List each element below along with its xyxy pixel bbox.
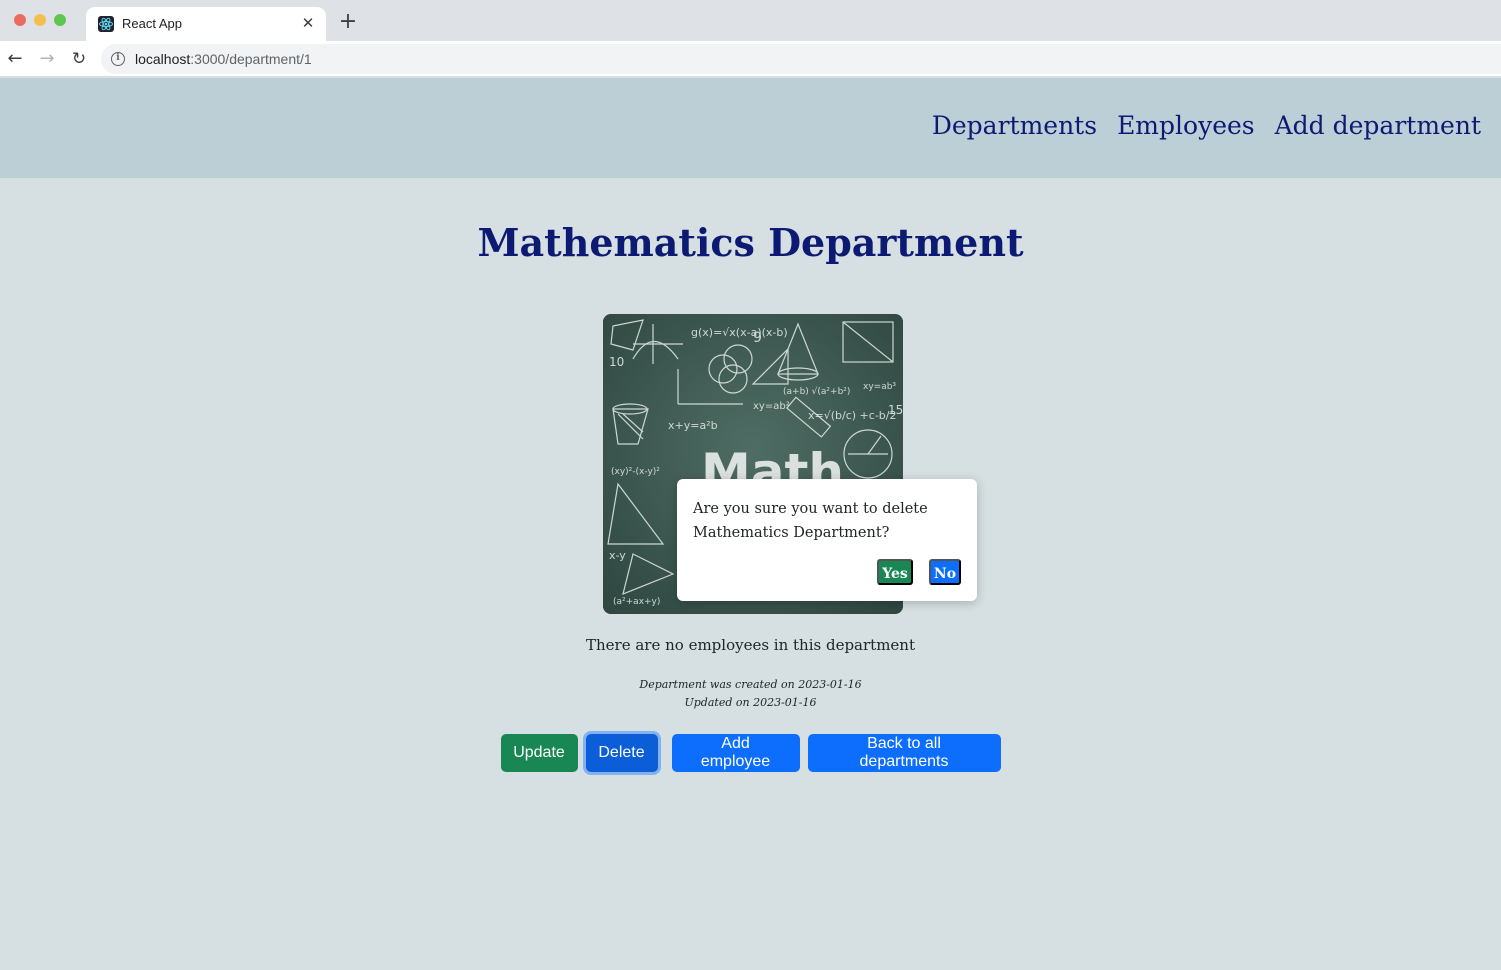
url-path: :3000/department/1 xyxy=(190,51,312,67)
nav-link-employees[interactable]: Employees xyxy=(1117,111,1255,140)
url-text: localhost:3000/department/1 xyxy=(135,51,312,67)
close-icon[interactable]: ✕ xyxy=(298,13,318,33)
svg-text:x-y: x-y xyxy=(609,549,626,562)
reload-icon[interactable]: ↻ xyxy=(67,47,91,71)
svg-text:(xy)²-(x-y)²: (xy)²-(x-y)² xyxy=(611,467,660,477)
department-meta: Department was created on 2023-01-16 Upd… xyxy=(0,676,1501,712)
svg-text:xy=ab³: xy=ab³ xyxy=(863,382,896,392)
action-bar: Update Delete Add employee Back to all d… xyxy=(0,734,1501,772)
confirm-no-button[interactable]: No xyxy=(929,559,961,585)
browser-tab-bar: React App ✕ + xyxy=(0,0,1501,41)
nav-link-add-department[interactable]: Add department xyxy=(1275,111,1481,140)
delete-confirm-popover: Are you sure you want to delete Mathemat… xyxy=(677,479,977,601)
update-button[interactable]: Update xyxy=(500,734,578,772)
window-close-control[interactable] xyxy=(14,14,26,26)
svg-text:g(x)=√x(x-a)(x-b): g(x)=√x(x-a)(x-b) xyxy=(691,326,788,339)
window-zoom-control[interactable] xyxy=(54,14,66,26)
arrow-left-icon[interactable]: ← xyxy=(3,47,27,71)
main-nav: Departments Employees Add department xyxy=(932,111,1481,140)
confirm-yes-button[interactable]: Yes xyxy=(877,559,913,585)
nav-link-departments[interactable]: Departments xyxy=(932,111,1097,140)
window-minimize-control[interactable] xyxy=(34,14,46,26)
svg-text:(a²+ax+y): (a²+ax+y) xyxy=(613,597,660,607)
svg-text:15: 15 xyxy=(888,403,903,417)
app-header: Departments Employees Add department xyxy=(0,78,1501,178)
delete-button[interactable]: Delete xyxy=(585,734,658,772)
updated-date-text: Updated on 2023-01-16 xyxy=(684,696,817,709)
add-employee-button[interactable]: Add employee xyxy=(671,734,800,772)
browser-toolbar: ← → ↻ i localhost:3000/department/1 xyxy=(0,41,1501,77)
info-icon[interactable]: i xyxy=(111,52,125,66)
plus-icon[interactable]: + xyxy=(336,10,360,34)
employees-status-text: There are no employees in this departmen… xyxy=(586,636,915,654)
back-to-departments-button[interactable]: Back to all departments xyxy=(807,734,1001,772)
page-title: Mathematics Department xyxy=(477,220,1024,265)
tab-title: React App xyxy=(122,16,182,31)
address-bar[interactable]: i localhost:3000/department/1 xyxy=(101,44,1501,74)
browser-tab[interactable]: React App ✕ xyxy=(86,7,326,41)
svg-text:10: 10 xyxy=(609,355,624,369)
svg-text:x=√(b/c) +c-b/2: x=√(b/c) +c-b/2 xyxy=(808,409,896,422)
react-logo-icon xyxy=(98,16,114,32)
created-date-text: Department was created on 2023-01-16 xyxy=(639,678,862,691)
svg-text:(a+b) √(a²+b²): (a+b) √(a²+b²) xyxy=(783,386,850,397)
svg-text:x+y=a²b: x+y=a²b xyxy=(668,419,718,432)
arrow-right-icon[interactable]: → xyxy=(35,47,59,71)
url-host: localhost xyxy=(135,51,191,67)
svg-text:xy=ab²: xy=ab² xyxy=(753,401,790,412)
svg-text:9: 9 xyxy=(753,330,762,346)
confirm-message: Are you sure you want to delete Mathemat… xyxy=(693,501,928,541)
